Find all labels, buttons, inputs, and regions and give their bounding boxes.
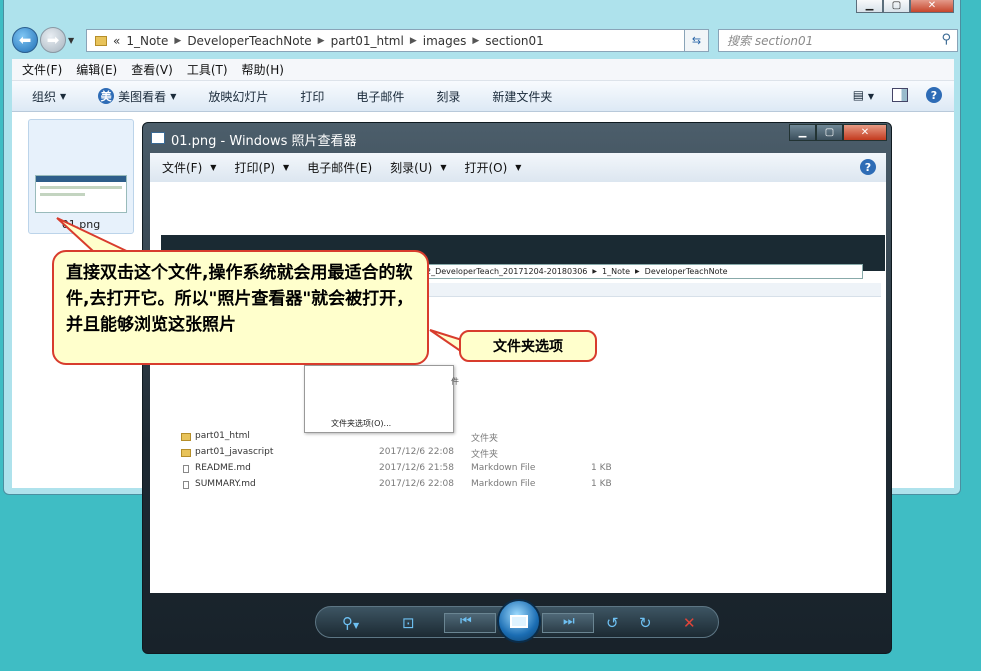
- annotation-callout: 直接双击这个文件,操作系统就会用最适合的软件,去打开它。所以"照片查看器"就会被…: [52, 250, 429, 365]
- annotation-callout-folder-options: 文件夹选项: [459, 330, 597, 362]
- callout-pointer-secondary: [429, 329, 463, 354]
